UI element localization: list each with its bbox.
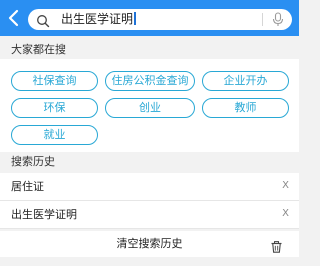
search-input[interactable]: 出生医学证明 (61, 10, 137, 29)
tag-entrepreneurship[interactable]: 创业 (105, 98, 195, 118)
text-caret (134, 12, 137, 25)
remove-history-button[interactable]: X (282, 207, 289, 221)
back-chevron-icon[interactable] (6, 8, 22, 28)
voice-input-button[interactable] (262, 9, 292, 30)
clear-history-label: 清空搜索历史 (116, 237, 183, 250)
search-icon (36, 13, 50, 28)
history-item[interactable]: 出生医学证明 X (0, 201, 299, 229)
microphone-icon (272, 12, 284, 27)
search-history-title: 搜索历史 (11, 155, 55, 168)
history-item[interactable]: 居住证 X (0, 173, 299, 201)
remove-history-button[interactable]: X (282, 179, 289, 193)
clear-history-button[interactable]: 清空搜索历史 (0, 231, 299, 257)
tag-housing-fund-query[interactable]: 住房公积金查询 (105, 71, 195, 91)
hot-searches-title: 大家都在搜 (11, 43, 66, 56)
history-item-label: 居住证 (11, 180, 44, 193)
top-search-bar: 出生医学证明 (0, 0, 299, 36)
search-box[interactable]: 出生医学证明 (28, 9, 292, 30)
trash-icon[interactable] (271, 238, 282, 253)
tag-teacher[interactable]: 教师 (202, 98, 289, 118)
tag-employment[interactable]: 就业 (11, 125, 98, 145)
tag-environmental[interactable]: 环保 (11, 98, 98, 118)
hot-searches-panel: 社保查询 住房公积金查询 企业开办 环保 创业 教师 就业 (0, 59, 299, 152)
tag-social-security-query[interactable]: 社保查询 (11, 71, 98, 91)
history-item-label: 出生医学证明 (11, 208, 77, 221)
search-input-text: 出生医学证明 (61, 12, 134, 26)
tag-business-setup[interactable]: 企业开办 (202, 71, 289, 91)
